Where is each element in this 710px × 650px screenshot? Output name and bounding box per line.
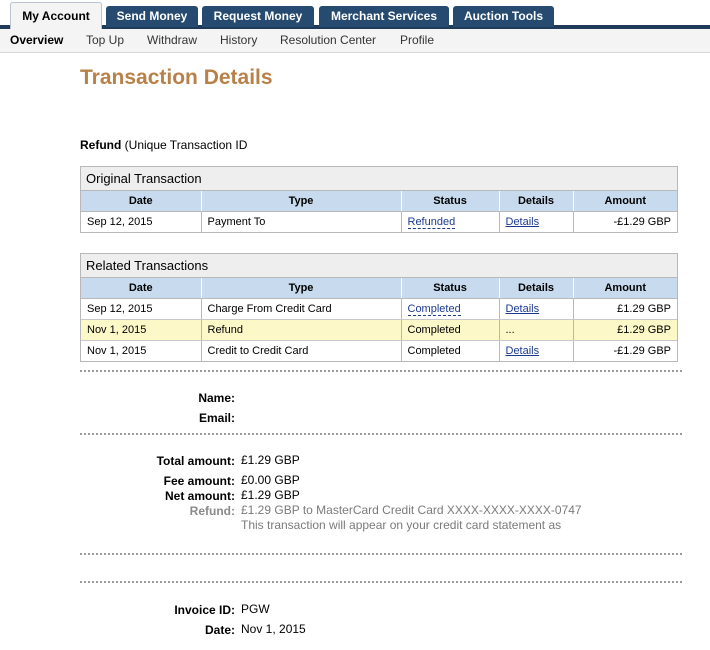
subnav-withdraw[interactable]: Withdraw <box>147 29 197 52</box>
table-header-row: Date Type Status Details Amount <box>81 191 677 212</box>
cell-details: ... <box>499 319 574 341</box>
cell-amount: £1.29 GBP <box>573 319 677 341</box>
cell-date: Sep 12, 2015 <box>81 211 202 232</box>
status-text: Completed <box>407 324 461 336</box>
dotted-divider <box>80 433 682 435</box>
cell-type: Charge From Credit Card <box>201 298 402 320</box>
column-header-details: Details <box>499 278 574 299</box>
cell-status: Completed <box>401 340 500 361</box>
subnav-top-up[interactable]: Top Up <box>86 29 124 52</box>
page-title: Transaction Details <box>80 66 273 89</box>
table-row: Nov 1, 2015 Credit to Credit Card Comple… <box>81 340 677 361</box>
net-amount-label: Net amount: <box>165 489 235 503</box>
unique-transaction-id-label: (Unique Transaction ID <box>121 138 248 152</box>
net-amount-value: £1.29 GBP <box>241 488 300 502</box>
related-transactions-caption: Related Transactions <box>81 254 677 278</box>
column-header-type: Type <box>201 278 402 299</box>
date-value: Nov 1, 2015 <box>241 622 306 636</box>
column-header-details: Details <box>499 191 574 212</box>
refund-value: £1.29 GBP to MasterCard Credit Card XXXX… <box>241 503 582 517</box>
column-header-status: Status <box>401 191 500 212</box>
tab-my-account[interactable]: My Account <box>10 2 102 29</box>
refund-statement-note: This transaction will appear on your cre… <box>241 518 562 532</box>
status-link-refunded[interactable]: Refunded <box>407 216 456 229</box>
cell-status: Completed <box>401 319 500 341</box>
details-link[interactable]: Details <box>506 216 540 228</box>
fee-amount-value: £0.00 GBP <box>241 473 300 487</box>
cell-details: Details <box>499 298 574 320</box>
related-transactions-table: Related Transactions Date Type Status De… <box>80 253 678 362</box>
table-row: Sep 12, 2015 Charge From Credit Card Com… <box>81 298 677 320</box>
cell-type: Refund <box>201 319 402 341</box>
column-header-amount: Amount <box>573 278 677 299</box>
email-label: Email: <box>198 411 235 425</box>
cell-date: Sep 12, 2015 <box>81 298 202 320</box>
cell-type: Payment To <box>201 211 402 232</box>
cell-amount: -£1.29 GBP <box>613 216 671 228</box>
original-transaction-caption: Original Transaction <box>81 167 677 191</box>
refund-heading: Refund (Unique Transaction ID <box>80 138 247 152</box>
refund-type-label: Refund <box>80 138 122 152</box>
subnav-resolution-center[interactable]: Resolution Center <box>280 29 376 52</box>
invoice-id-label: Invoice ID: <box>174 603 235 617</box>
tab-request-money[interactable]: Request Money <box>202 6 314 27</box>
tab-merchant-services[interactable]: Merchant Services <box>319 6 449 27</box>
details-link[interactable]: Details <box>506 303 540 315</box>
refund-label: Refund: <box>189 504 235 518</box>
total-amount-value: £1.29 GBP <box>241 453 300 467</box>
tab-send-money[interactable]: Send Money <box>106 6 198 27</box>
status-link-completed[interactable]: Completed <box>407 303 461 316</box>
cell-date: Nov 1, 2015 <box>81 340 202 361</box>
subnav-history[interactable]: History <box>220 29 257 52</box>
column-header-date: Date <box>81 278 202 299</box>
total-amount-label: Total amount: <box>156 454 235 468</box>
table-row-current: Nov 1, 2015 Refund Completed ... £1.29 G… <box>81 319 677 341</box>
original-transaction-table: Original Transaction Date Type Status De… <box>80 166 678 233</box>
subnav-overview[interactable]: Overview <box>10 29 63 52</box>
sub-navigation: Overview Top Up Withdraw History Resolut… <box>0 29 710 53</box>
date-label: Date: <box>204 623 235 637</box>
table-row: Sep 12, 2015 Payment To Refunded Details… <box>81 211 677 232</box>
dotted-divider <box>80 581 682 583</box>
invoice-id-value: PGW <box>241 602 270 616</box>
cell-status: Refunded <box>401 211 500 232</box>
cell-type: Credit to Credit Card <box>201 340 402 361</box>
details-link[interactable]: Details <box>506 345 540 357</box>
cell-amount: £1.29 GBP <box>573 298 677 320</box>
column-header-amount: Amount <box>573 191 677 212</box>
subnav-profile[interactable]: Profile <box>400 29 434 52</box>
name-label: Name: <box>198 391 235 405</box>
fee-amount-label: Fee amount: <box>163 474 235 488</box>
tab-auction-tools[interactable]: Auction Tools <box>453 6 554 27</box>
status-text: Completed <box>407 345 461 357</box>
cell-details: Details <box>499 211 574 232</box>
cell-amount: -£1.29 GBP <box>613 345 671 357</box>
dotted-divider <box>80 553 682 555</box>
column-header-type: Type <box>201 191 402 212</box>
cell-status: Completed <box>401 298 500 320</box>
cell-details: Details <box>499 340 574 361</box>
details-placeholder: ... <box>505 324 515 336</box>
cell-date: Nov 1, 2015 <box>81 319 202 341</box>
column-header-date: Date <box>81 191 202 212</box>
table-header-row: Date Type Status Details Amount <box>81 278 677 299</box>
main-tab-bar: My Account Send Money Request Money Merc… <box>0 0 710 29</box>
dotted-divider <box>80 370 682 372</box>
column-header-status: Status <box>401 278 500 299</box>
